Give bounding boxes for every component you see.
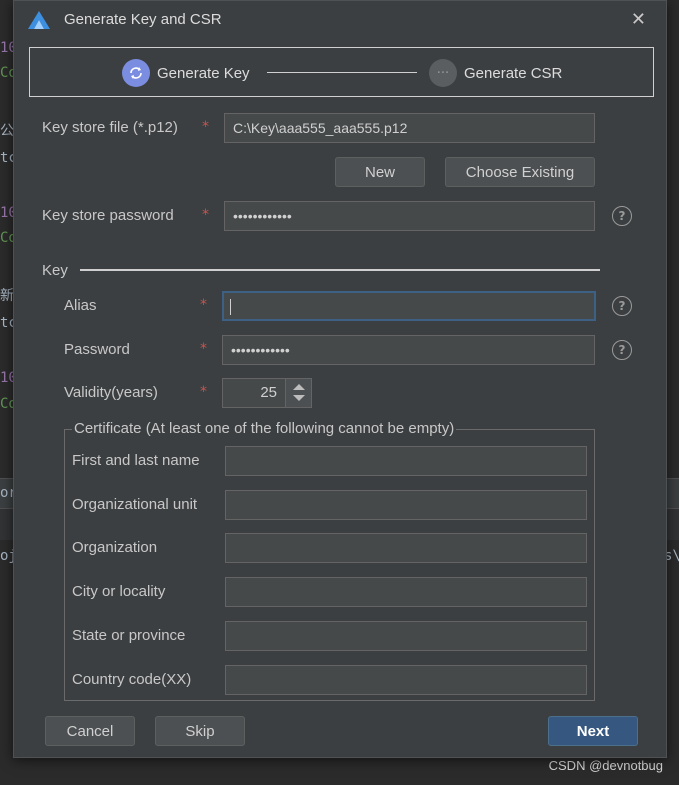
dialog-titlebar[interactable]: Generate Key and CSR ✕ xyxy=(14,1,666,39)
validity-label: Validity(years) xyxy=(64,384,158,401)
step-label: Generate Key xyxy=(157,64,250,82)
generate-key-dialog: Generate Key and CSR ✕ Generate Key ··· … xyxy=(13,0,667,758)
cancel-button[interactable]: Cancel xyxy=(45,716,135,746)
keystore-file-label: Key store file (*.p12) xyxy=(42,119,178,136)
keystore-file-input[interactable]: C:\Key\aaa555_aaa555.p12 xyxy=(224,113,595,143)
alias-label: Alias xyxy=(64,297,97,314)
spinner-buttons xyxy=(285,378,312,408)
key-password-label: Password xyxy=(64,341,130,358)
organizational-unit-input[interactable] xyxy=(225,490,587,520)
certificate-title: Certificate (At least one of the followi… xyxy=(72,420,457,437)
close-icon[interactable]: ✕ xyxy=(631,11,646,29)
validity-input[interactable]: 25 xyxy=(222,378,286,408)
cert-field-label: Organizational unit xyxy=(72,496,198,513)
step-connector xyxy=(267,72,417,73)
more-dots-icon: ··· xyxy=(429,59,457,87)
step-generate-csr: ··· Generate CSR xyxy=(429,58,562,88)
skip-button[interactable]: Skip xyxy=(155,716,245,746)
validity-spinner: 25 xyxy=(222,378,312,408)
required-marker: * xyxy=(200,384,207,400)
key-section-title: Key xyxy=(42,262,68,279)
city-input[interactable] xyxy=(225,577,587,607)
help-icon[interactable]: ? xyxy=(612,206,632,226)
cert-field-label: Organization xyxy=(72,539,158,556)
required-marker: * xyxy=(200,341,207,357)
dialog-title: Generate Key and CSR xyxy=(64,11,222,28)
cert-field-label: State or province xyxy=(72,627,186,644)
help-icon[interactable]: ? xyxy=(612,340,632,360)
first-last-name-input[interactable] xyxy=(225,446,587,476)
watermark: CSDN @devnotbug xyxy=(548,758,663,773)
required-marker: * xyxy=(202,207,209,223)
cert-field-label: City or locality xyxy=(72,583,166,600)
country-code-input[interactable] xyxy=(225,665,587,695)
alias-input[interactable] xyxy=(222,291,596,321)
help-icon[interactable]: ? xyxy=(612,296,632,316)
spin-down-icon[interactable] xyxy=(293,395,305,401)
code-fragment: 公 xyxy=(0,123,14,139)
state-input[interactable] xyxy=(225,621,587,651)
keystore-password-label: Key store password xyxy=(42,207,174,224)
wizard-steps: Generate Key ··· Generate CSR xyxy=(29,47,654,97)
step-generate-key: Generate Key xyxy=(122,58,250,88)
required-marker: * xyxy=(200,297,207,313)
app-logo-icon xyxy=(28,11,50,29)
choose-existing-button[interactable]: Choose Existing xyxy=(445,157,595,187)
organization-input[interactable] xyxy=(225,533,587,563)
next-button[interactable]: Next xyxy=(548,716,638,746)
new-button[interactable]: New xyxy=(335,157,425,187)
section-divider xyxy=(80,269,600,271)
step-label: Generate CSR xyxy=(464,64,563,82)
key-password-input[interactable]: •••••••••••• xyxy=(222,335,595,365)
refresh-icon xyxy=(122,59,150,87)
cert-field-label: First and last name xyxy=(72,452,200,469)
required-marker: * xyxy=(202,119,209,135)
spin-up-icon[interactable] xyxy=(293,384,305,390)
cert-field-label: Country code(XX) xyxy=(72,671,192,688)
keystore-password-input[interactable]: •••••••••••• xyxy=(224,201,595,231)
code-fragment: 新 xyxy=(0,288,14,304)
text-caret xyxy=(230,299,231,316)
